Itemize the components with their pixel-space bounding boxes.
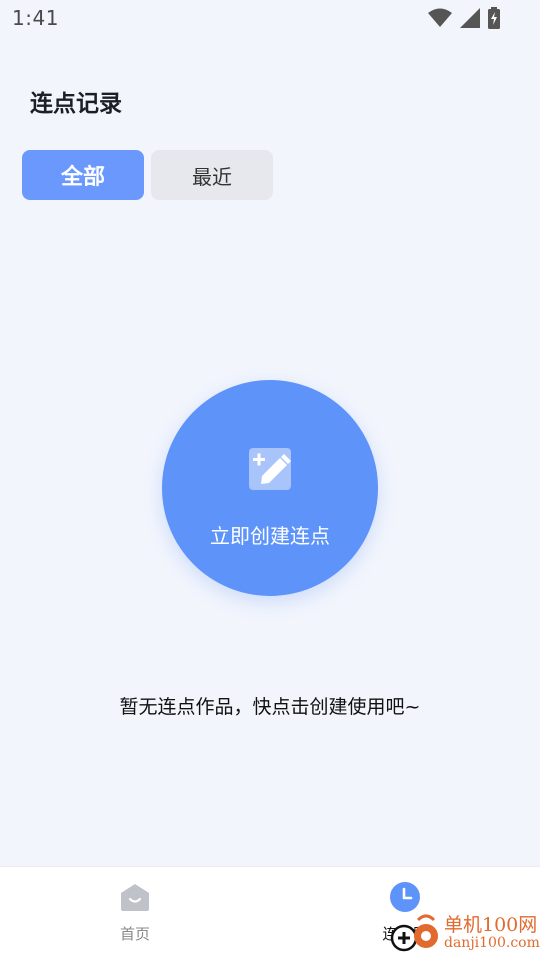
home-icon (119, 881, 151, 913)
watermark-text-en: danji100.com (444, 935, 540, 951)
edit-add-icon (247, 446, 293, 492)
nav-label-home: 首页 (119, 925, 150, 943)
nav-item-home[interactable]: 首页 (75, 867, 195, 960)
signal-icon (460, 8, 480, 32)
wifi-icon (428, 8, 452, 32)
tab-recent[interactable]: 最近 (151, 150, 273, 200)
status-icons (428, 7, 500, 33)
app-screen: 1:41 连点记录 全部 最近 立即创建连点 暂无连点作品，快点击创建使用吧~ … (0, 0, 540, 960)
battery-charging-icon (488, 7, 500, 33)
status-bar: 1:41 (0, 0, 540, 36)
watermark-logo: 单机100网 danji100.com (388, 910, 540, 956)
status-time: 1:41 (12, 6, 59, 30)
watermark-text-cn: 单机100网 (444, 914, 538, 936)
clock-icon (389, 881, 421, 913)
watermark-logo-icon (390, 914, 438, 952)
create-click-label: 立即创建连点 (210, 524, 330, 548)
tab-all[interactable]: 全部 (22, 150, 144, 200)
create-click-button[interactable]: 立即创建连点 (162, 380, 378, 596)
page-title: 连点记录 (30, 91, 122, 117)
empty-state-message: 暂无连点作品，快点击创建使用吧~ (119, 696, 421, 718)
